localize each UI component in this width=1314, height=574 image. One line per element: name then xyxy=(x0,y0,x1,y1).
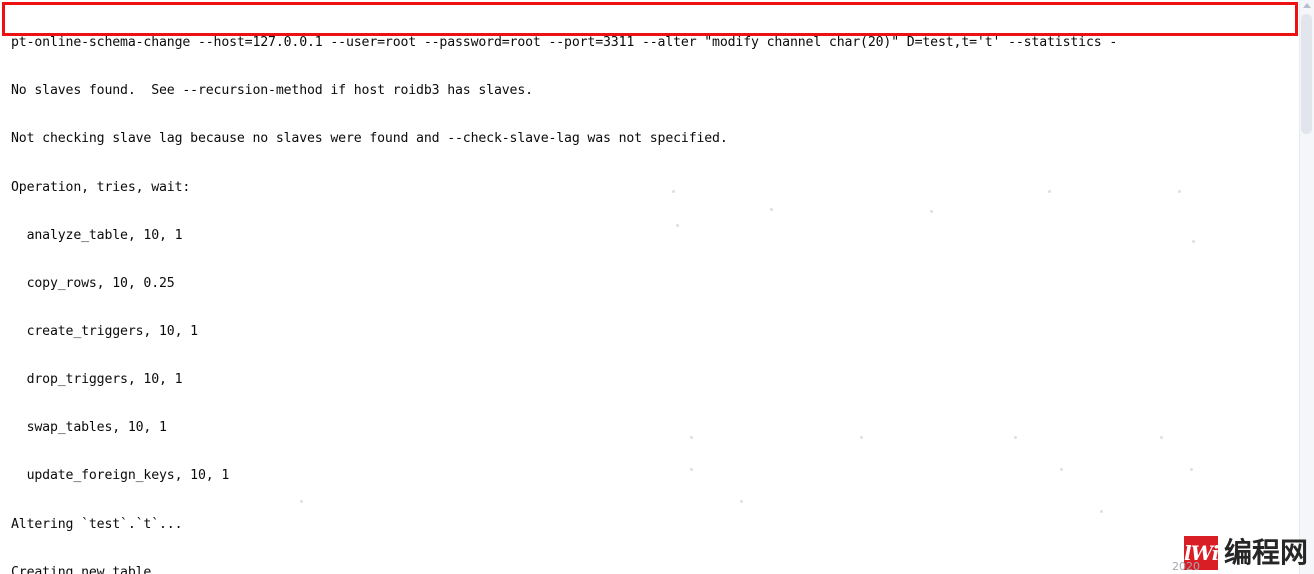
console-line: pt-online-schema-change --host=127.0.0.1… xyxy=(11,35,1118,51)
console-line: copy_rows, 10, 0.25 xyxy=(11,275,175,291)
console-line: create_triggers, 10, 1 xyxy=(11,323,199,339)
console-line: update_foreign_keys, 10, 1 xyxy=(11,468,230,484)
console-line: No slaves found. See --recursion-method … xyxy=(11,83,533,99)
console-line: Operation, tries, wait: xyxy=(11,179,191,195)
watermark-year: 2020 xyxy=(1172,560,1200,573)
scrollbar-thumb[interactable] xyxy=(1301,14,1312,134)
terminal-window[interactable]: pt-online-schema-change --host=127.0.0.1… xyxy=(0,0,1314,574)
triangle-up-icon[interactable] xyxy=(1303,3,1311,8)
watermark-text: 编程网 xyxy=(1223,536,1308,569)
console-output: pt-online-schema-change --host=127.0.0.1… xyxy=(0,3,1314,574)
console-line: Altering `test`.`t`... xyxy=(11,516,183,532)
console-line: Not checking slave lag because no slaves… xyxy=(11,131,728,147)
console-line: swap_tables, 10, 1 xyxy=(11,420,167,436)
watermark: lWi 编程网 2020 xyxy=(1172,536,1308,573)
console-line: Creating new table... xyxy=(11,564,175,574)
console-line: analyze_table, 10, 1 xyxy=(11,227,183,243)
console-line: drop_triggers, 10, 1 xyxy=(11,372,183,388)
vertical-scrollbar[interactable] xyxy=(1299,0,1314,574)
